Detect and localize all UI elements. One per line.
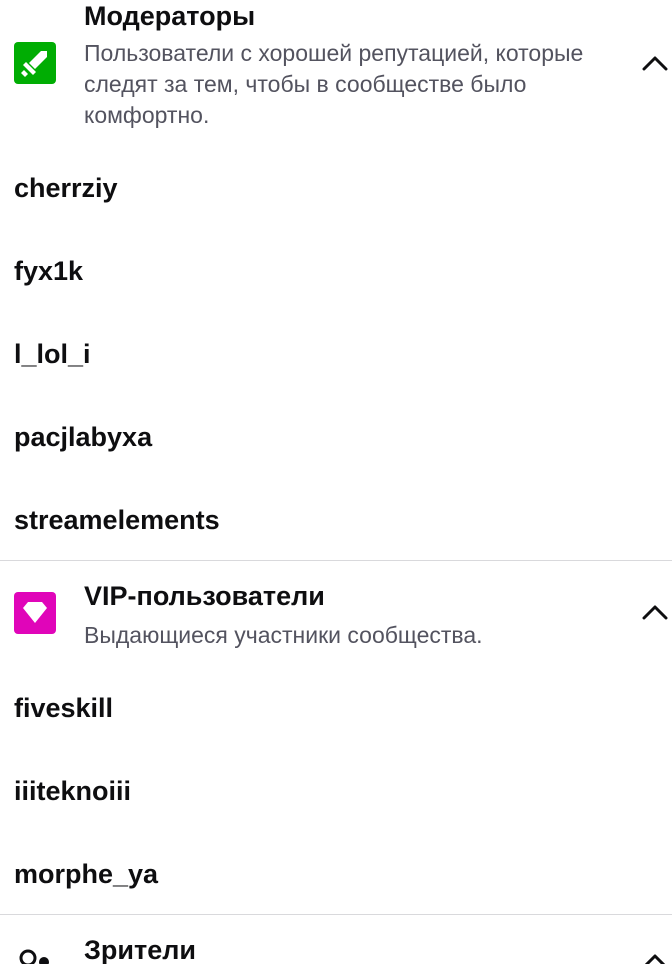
vip-title: VIP-пользователи — [84, 581, 325, 611]
user-list-item[interactable]: pacjlabyxa — [14, 421, 152, 453]
moderators-title: Модераторы — [84, 1, 256, 31]
moderator-badge-icon — [14, 42, 56, 84]
user-list-item[interactable]: cherrziy — [14, 172, 118, 204]
user-list-item[interactable]: iiiteknoiii — [14, 775, 131, 807]
collapse-moderators-chevron-up-icon[interactable] — [642, 54, 668, 72]
vip-description: Выдающиеся участники сообщества. — [84, 622, 483, 648]
collapse-vip-chevron-up-icon[interactable] — [642, 603, 668, 621]
vip-badge-icon — [14, 592, 56, 634]
section-divider — [0, 914, 672, 915]
user-list-item[interactable]: streamelements — [14, 504, 220, 536]
user-list-item[interactable]: fyx1k — [14, 255, 83, 287]
user-list-item[interactable]: morphe_ya — [14, 858, 158, 890]
user-list-item[interactable]: fiveskill — [14, 692, 113, 724]
person-icon — [16, 946, 56, 964]
expand-viewers-chevron-up-icon[interactable] — [642, 952, 668, 964]
viewers-title: Зрители — [84, 935, 196, 964]
section-divider — [0, 560, 672, 561]
moderators-description: Пользователи с хорошей репутацией, котор… — [84, 40, 584, 128]
user-list-item[interactable]: l_lol_i — [14, 338, 91, 370]
